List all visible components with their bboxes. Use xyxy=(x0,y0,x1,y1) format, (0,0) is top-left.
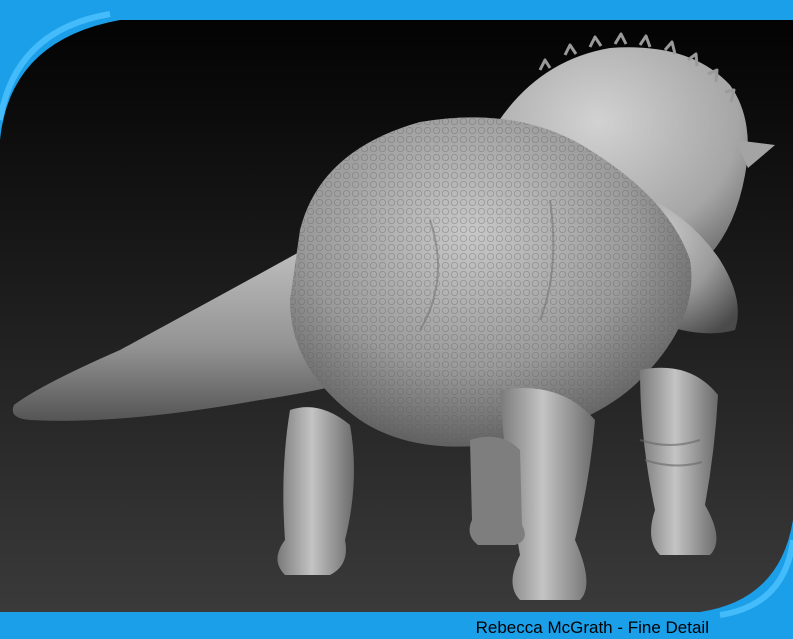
rear-left-leg xyxy=(277,407,354,575)
front-left-leg xyxy=(469,436,525,545)
render-canvas xyxy=(0,0,793,639)
render-viewport: Rebecca McGrath - Fine Detail xyxy=(0,0,793,639)
caption-label: Rebecca McGrath - Fine Detail xyxy=(475,618,709,637)
